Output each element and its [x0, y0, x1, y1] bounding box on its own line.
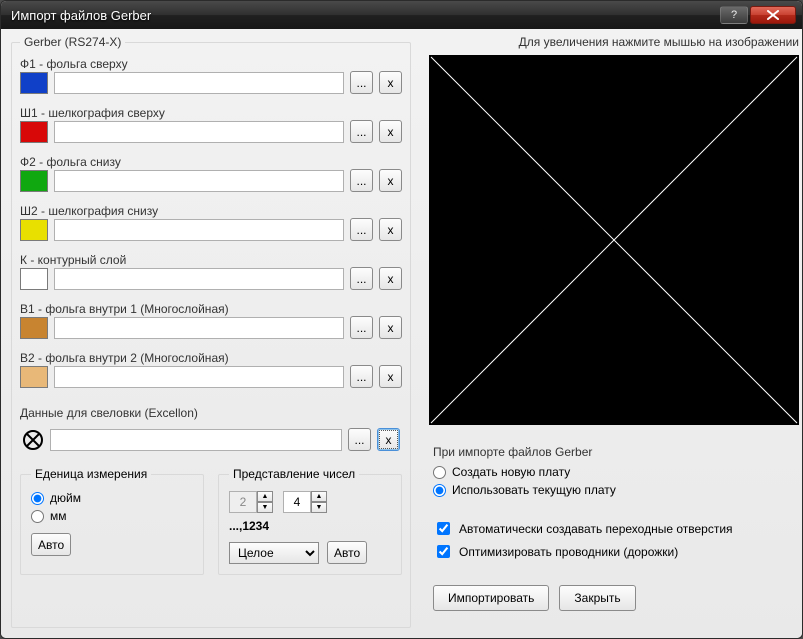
layer-label: Ф1 - фольга сверху: [20, 57, 402, 71]
drill-browse-button[interactable]: ...: [348, 428, 371, 451]
layer-label: Ш1 - шелкография сверху: [20, 106, 402, 120]
layer-clear-button[interactable]: x: [379, 365, 402, 388]
close-window-button[interactable]: [750, 6, 796, 24]
gerber-groupbox: Gerber (RS274-X) Ф1 - фольга сверху...xШ…: [11, 35, 411, 628]
layer-browse-button[interactable]: ...: [350, 218, 373, 241]
optimize-tracks-checkbox[interactable]: Оптимизировать проводники (дорожки): [433, 542, 799, 561]
import-button[interactable]: Импортировать: [433, 585, 549, 611]
layer-browse-button[interactable]: ...: [350, 169, 373, 192]
layer-clear-button[interactable]: x: [379, 218, 402, 241]
layer-path-input[interactable]: [54, 219, 344, 241]
drill-path-input[interactable]: [50, 429, 342, 451]
int-digits-up[interactable]: ▲: [257, 491, 273, 502]
layer-path-input[interactable]: [54, 170, 344, 192]
layer-label: Ш2 - шелкография снизу: [20, 204, 402, 218]
preview-area[interactable]: [429, 55, 799, 425]
int-digits-input: [229, 491, 257, 513]
drill-icon: [22, 429, 44, 451]
layer-clear-button[interactable]: x: [379, 169, 402, 192]
frac-digits-down[interactable]: ▼: [311, 502, 327, 513]
units-mm-radio[interactable]: мм: [31, 509, 193, 523]
layer-row: ... x: [20, 71, 402, 94]
layer-path-input[interactable]: [54, 121, 344, 143]
layers-list: Ф1 - фольга сверху...xШ1 - шелкография с…: [20, 55, 402, 388]
layer-color-swatch[interactable]: [20, 219, 48, 241]
client-area: Для увеличения нажмите мышью на изображе…: [1, 29, 802, 638]
layer-row: ... x: [20, 316, 402, 339]
layer-browse-button[interactable]: ...: [350, 316, 373, 339]
dialog-window: Импорт файлов Gerber ? Для увеличения на…: [0, 0, 803, 639]
right-column: При импорте файлов Gerber Создать новую …: [429, 53, 799, 628]
layer-color-swatch[interactable]: [20, 268, 48, 290]
layer-clear-button[interactable]: x: [379, 120, 402, 143]
numfmt-groupbox: Представление чисел ▲ ▼: [218, 467, 402, 575]
frac-digits-up[interactable]: ▲: [311, 491, 327, 502]
layer-label: В2 - фольга внутри 2 (Многослойная): [20, 351, 402, 365]
layer-label: В1 - фольга внутри 1 (Многослойная): [20, 302, 402, 316]
layer-row: ... x: [20, 169, 402, 192]
layer-path-input[interactable]: [54, 366, 344, 388]
create-board-radio[interactable]: Создать новую плату: [433, 465, 799, 479]
int-digits-spinner: ▲ ▼: [229, 491, 273, 513]
titlebar: Импорт файлов Gerber ?: [1, 1, 802, 29]
units-groupbox: Еденица измерения дюйм мм Авто: [20, 467, 204, 575]
layer-clear-button[interactable]: x: [379, 71, 402, 94]
gerber-legend: Gerber (RS274-X): [20, 35, 125, 49]
layer-row: ... x: [20, 267, 402, 290]
numfmt-example: ...,1234: [229, 519, 391, 533]
layer-browse-button[interactable]: ...: [350, 120, 373, 143]
numfmt-mode-select[interactable]: Целое: [229, 542, 319, 564]
use-board-radio[interactable]: Использовать текущую плату: [433, 483, 799, 497]
layer-clear-button[interactable]: x: [379, 267, 402, 290]
layer-browse-button[interactable]: ...: [350, 365, 373, 388]
auto-vias-label: Автоматически создавать переходные отвер…: [459, 522, 733, 536]
layer-path-input[interactable]: [54, 268, 344, 290]
drill-section: Данные для свеловки (Excellon) ... x Еде…: [20, 406, 402, 575]
int-digits-down[interactable]: ▼: [257, 502, 273, 513]
close-icon: [766, 10, 780, 20]
units-mm-label: мм: [50, 509, 67, 523]
units-auto-button[interactable]: Авто: [31, 533, 71, 556]
layer-color-swatch[interactable]: [20, 121, 48, 143]
layer-path-input[interactable]: [54, 317, 344, 339]
layer-clear-button[interactable]: x: [379, 316, 402, 339]
numfmt-auto-button[interactable]: Авто: [327, 541, 367, 564]
layer-row: ... x: [20, 120, 402, 143]
help-button[interactable]: ?: [720, 6, 748, 24]
numfmt-legend: Представление чисел: [229, 467, 359, 481]
layer-color-swatch[interactable]: [20, 366, 48, 388]
use-board-label: Использовать текущую плату: [452, 483, 616, 497]
window-buttons: ?: [720, 6, 796, 24]
layer-label: К - контурный слой: [20, 253, 402, 267]
layer-row: ... x: [20, 218, 402, 241]
drill-section-label: Данные для свеловки (Excellon): [20, 406, 402, 420]
drill-clear-button[interactable]: x: [377, 428, 400, 451]
layer-row: ... x: [20, 365, 402, 388]
layer-path-input[interactable]: [54, 72, 344, 94]
frac-digits-spinner[interactable]: ▲ ▼: [283, 491, 327, 513]
window-title: Импорт файлов Gerber: [11, 8, 720, 23]
layer-color-swatch[interactable]: [20, 72, 48, 94]
close-button[interactable]: Закрыть: [559, 585, 635, 611]
layer-browse-button[interactable]: ...: [350, 267, 373, 290]
optimize-tracks-label: Оптимизировать проводники (дорожки): [459, 545, 678, 559]
layer-color-swatch[interactable]: [20, 317, 48, 339]
import-options: При импорте файлов Gerber Создать новую …: [429, 445, 799, 565]
layer-color-swatch[interactable]: [20, 170, 48, 192]
import-options-header: При импорте файлов Gerber: [433, 445, 799, 459]
frac-digits-input[interactable]: [283, 491, 311, 513]
auto-vias-checkbox[interactable]: Автоматически создавать переходные отвер…: [433, 519, 799, 538]
layer-label: Ф2 - фольга снизу: [20, 155, 402, 169]
units-inch-label: дюйм: [50, 491, 81, 505]
units-inch-radio[interactable]: дюйм: [31, 491, 193, 505]
preview-hint: Для увеличения нажмите мышью на изображе…: [429, 35, 799, 53]
units-legend: Еденица измерения: [31, 467, 151, 481]
layer-browse-button[interactable]: ...: [350, 71, 373, 94]
create-board-label: Создать новую плату: [452, 465, 570, 479]
